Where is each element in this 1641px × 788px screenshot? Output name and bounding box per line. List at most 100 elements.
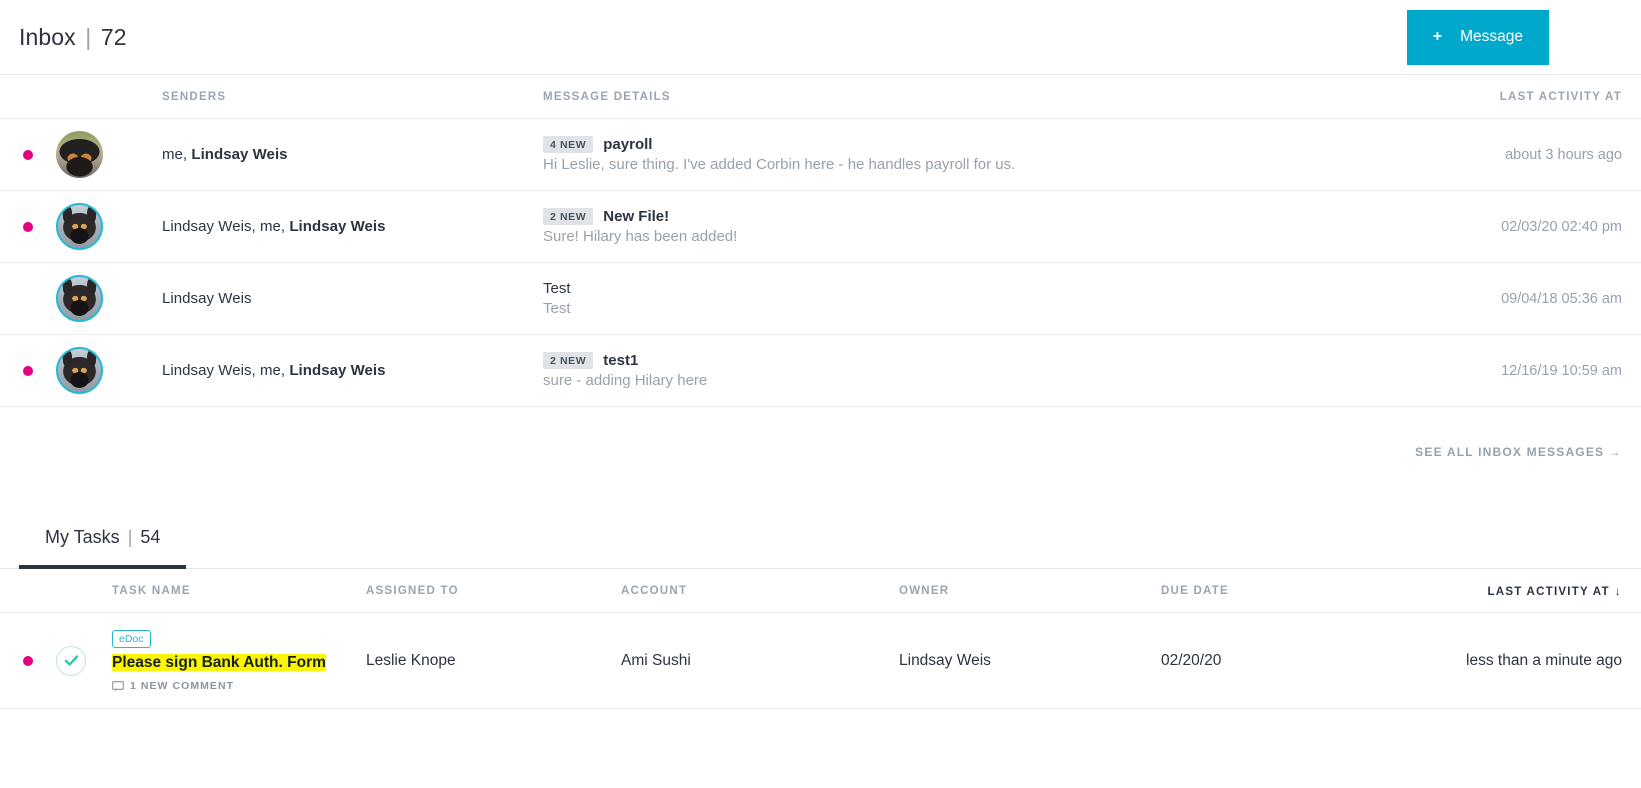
- comment-icon: [112, 681, 124, 692]
- message-details-cell: 2 NEW New File! Sure! Hilary has been adde…: [543, 207, 1350, 246]
- last-activity-text: about 3 hours ago: [1505, 146, 1622, 163]
- tasks-header-task-name[interactable]: TASK NAME: [112, 585, 366, 597]
- inbox-row[interactable]: me, Lindsay Weis 4 NEW payroll Hi Leslie, s…: [0, 119, 1641, 191]
- unread-indicator-cell: [0, 294, 56, 304]
- task-last-activity: less than a minute ago: [1466, 651, 1622, 669]
- task-type-tag: eDoc: [112, 629, 151, 648]
- last-activity-text: 02/03/20 02:40 pm: [1501, 218, 1622, 235]
- new-count-badge: 4 NEW: [543, 135, 594, 154]
- task-account: Ami Sushi: [621, 651, 691, 669]
- task-row[interactable]: eDoc Please sign Bank Auth. Form 1 NEW COM…: [0, 613, 1641, 709]
- message-details-cell: 4 NEW payroll Hi Leslie, sure thing. I've …: [543, 135, 1350, 174]
- new-count-badge: 2 NEW: [543, 207, 594, 226]
- senders-cell: Lindsay Weis, me, Lindsay Weis: [162, 218, 543, 236]
- tab-my-tasks[interactable]: My Tasks | 54: [19, 527, 187, 569]
- task-unread-cell: [0, 655, 56, 666]
- tasks-header-last-activity-label: LAST ACTIVITY AT: [1487, 585, 1610, 598]
- message-subject-line: 2 NEW New File!: [543, 207, 1350, 226]
- inbox-header-senders[interactable]: SENDERS: [162, 91, 543, 103]
- inbox-header-message-details[interactable]: MESSAGE DETAILS: [543, 91, 1350, 103]
- see-all-inbox-messages-link[interactable]: SEE ALL INBOX MESSAGES →: [1415, 445, 1622, 459]
- tab-my-tasks-count: 54: [140, 527, 161, 547]
- message-preview: Test: [543, 300, 571, 317]
- last-activity-cell: 02/03/20 02:40 pm: [1350, 218, 1641, 236]
- unread-indicator-cell: [0, 221, 56, 232]
- inbox-row[interactable]: Lindsay Weis, me, Lindsay Weis 2 NEW test1…: [0, 335, 1641, 407]
- page-title: Inbox | 72: [19, 24, 127, 51]
- senders-plain: Lindsay Weis, me,: [162, 217, 290, 235]
- unread-dot-icon: [23, 149, 33, 160]
- avatar: [56, 347, 103, 394]
- senders-bold: Lindsay Weis: [289, 217, 386, 235]
- tasks-header-assigned-to[interactable]: ASSIGNED TO: [366, 585, 621, 597]
- senders-bold: Lindsay Weis: [191, 145, 288, 163]
- message-preview: Sure! Hilary has been added!: [543, 228, 738, 246]
- page-header: Inbox | 72 + Message: [0, 0, 1641, 75]
- unread-indicator-cell: [0, 149, 56, 160]
- new-message-button[interactable]: + Message: [1406, 9, 1549, 65]
- senders-text: Lindsay Weis: [162, 290, 252, 307]
- task-owner: Lindsay Weis: [899, 651, 991, 669]
- avatar-cell: [56, 347, 162, 394]
- task-name-text[interactable]: Please sign Bank Auth. Form: [112, 653, 326, 671]
- my-tasks-section: My Tasks | 54 TASK NAME ASSIGNED TO ACCO…: [0, 527, 1641, 709]
- inbox-row[interactable]: Lindsay Weis Test Test 09/04/18 05:36 am: [0, 263, 1641, 335]
- unread-dot-icon: [23, 655, 33, 666]
- senders-plain: me,: [162, 145, 192, 163]
- inbox-table: SENDERS MESSAGE DETAILS LAST ACTIVITY AT…: [0, 75, 1641, 459]
- senders-text: Lindsay Weis, me, Lindsay Weis: [162, 218, 386, 235]
- tab-my-tasks-separator: |: [127, 527, 133, 547]
- see-all-inbox-wrap: SEE ALL INBOX MESSAGES →: [0, 407, 1641, 459]
- avatar: [56, 203, 103, 250]
- inbox-column-headers: SENDERS MESSAGE DETAILS LAST ACTIVITY AT: [0, 75, 1641, 119]
- senders-cell: me, Lindsay Weis: [162, 146, 543, 164]
- senders-cell: Lindsay Weis, me, Lindsay Weis: [162, 362, 543, 380]
- tasks-header-last-activity[interactable]: LAST ACTIVITY AT ↓: [1356, 584, 1641, 598]
- avatar: [56, 275, 103, 322]
- tasks-header-owner[interactable]: OWNER: [899, 585, 1161, 597]
- senders-plain: Lindsay Weis, me,: [162, 361, 290, 379]
- inbox-row-list: me, Lindsay Weis 4 NEW payroll Hi Leslie, s…: [0, 119, 1641, 407]
- tasks-header-account[interactable]: ACCOUNT: [621, 585, 899, 597]
- senders-text: Lindsay Weis, me, Lindsay Weis: [162, 362, 386, 379]
- sort-descending-icon: ↓: [1614, 583, 1622, 598]
- tasks-tab-bar: My Tasks | 54: [0, 527, 1641, 569]
- inbox-row[interactable]: Lindsay Weis, me, Lindsay Weis 2 NEW New F…: [0, 191, 1641, 263]
- message-details-cell: 2 NEW test1 sure - adding Hilary here: [543, 351, 1350, 390]
- avatar-cell: [56, 203, 162, 250]
- task-due-date: 02/20/20: [1161, 651, 1222, 669]
- message-subject: Test: [543, 280, 571, 297]
- page-title-count: 72: [100, 23, 127, 50]
- checkmark-icon: [64, 655, 78, 666]
- senders-cell: Lindsay Weis: [162, 290, 543, 308]
- inbox-header-last-activity[interactable]: LAST ACTIVITY AT: [1350, 91, 1641, 103]
- last-activity-cell: 12/16/19 10:59 am: [1350, 362, 1641, 380]
- page-title-separator: |: [85, 23, 92, 50]
- tasks-column-headers: TASK NAME ASSIGNED TO ACCOUNT OWNER DUE …: [0, 569, 1641, 613]
- last-activity-cell: 09/04/18 05:36 am: [1350, 290, 1641, 308]
- message-preview: Hi Leslie, sure thing. I've added Corbin…: [543, 156, 1016, 174]
- message-details-cell: Test Test: [543, 280, 1350, 317]
- senders-plain: Lindsay Weis: [162, 289, 252, 307]
- last-activity-text: 09/04/18 05:36 am: [1501, 290, 1622, 307]
- task-name-cell: eDoc Please sign Bank Auth. Form 1 NEW COM…: [112, 629, 366, 692]
- page-title-text: Inbox: [19, 23, 76, 50]
- last-activity-text: 12/16/19 10:59 am: [1501, 362, 1622, 379]
- unread-dot-icon: [23, 365, 33, 376]
- unread-dot-icon: [23, 221, 33, 232]
- message-subject-line: Test: [543, 280, 1350, 297]
- message-subject-line: 2 NEW test1: [543, 351, 1350, 370]
- last-activity-cell: about 3 hours ago: [1350, 146, 1641, 164]
- task-complete-cell: [56, 645, 112, 676]
- task-new-comment-label: 1 NEW COMMENT: [130, 680, 235, 693]
- task-complete-checkbox[interactable]: [56, 645, 86, 676]
- new-count-badge: 2 NEW: [543, 351, 594, 370]
- message-preview: sure - adding Hilary here: [543, 372, 708, 390]
- senders-text: me, Lindsay Weis: [162, 146, 288, 163]
- new-message-button-label: Message: [1460, 28, 1523, 45]
- tab-my-tasks-label: My Tasks: [45, 527, 120, 547]
- task-new-comment-note: 1 NEW COMMENT: [112, 680, 366, 692]
- message-subject-line: 4 NEW payroll: [543, 135, 1350, 154]
- tasks-header-due-date[interactable]: DUE DATE: [1161, 585, 1356, 597]
- tasks-row-list: eDoc Please sign Bank Auth. Form 1 NEW COM…: [0, 613, 1641, 709]
